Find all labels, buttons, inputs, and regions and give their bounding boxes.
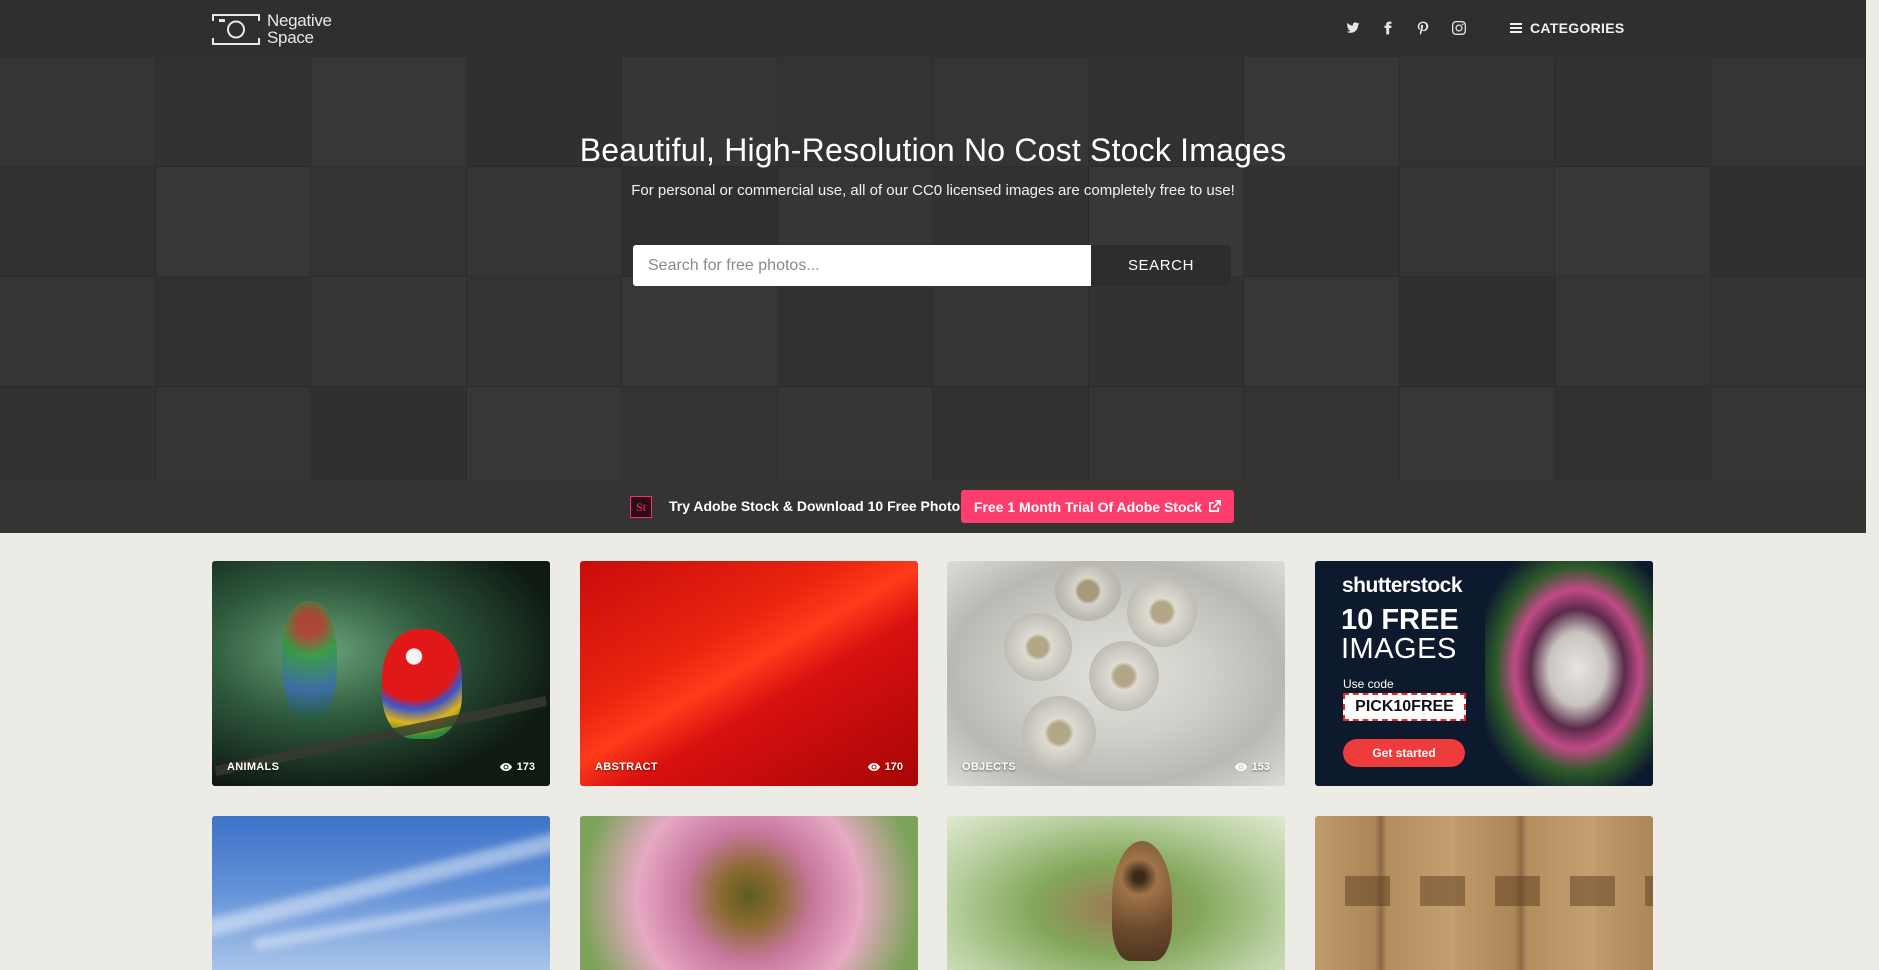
search-form: SEARCH [633,245,1231,286]
logo[interactable]: Negative Space [211,12,332,46]
categories-label: CATEGORIES [1530,20,1625,36]
eye-icon [1234,763,1247,771]
ad-promo-code: PICK10FREE [1343,693,1466,721]
eye-icon [867,763,880,771]
ad-model-image [1485,561,1653,786]
adobe-trial-button[interactable]: Free 1 Month Trial Of Adobe Stock [961,490,1234,523]
hero-subtitle: For personal or commercial use, all of o… [631,182,1235,199]
hamburger-icon [1510,23,1522,33]
chipmunk-image [1112,841,1172,961]
eye-icon [499,763,512,771]
hero-title: Beautiful, High-Resolution No Cost Stock… [579,132,1287,168]
instagram-icon[interactable] [1448,18,1470,38]
shutterstock-logo: shutterstock [1342,574,1463,597]
logo-line-1: Negative [267,11,332,30]
view-count: 173 [499,761,535,773]
promo-text: Try Adobe Stock & Download 10 Free Photo… [669,498,968,514]
ad-headline-2: IMAGES [1341,633,1457,665]
card-label: OBJECTS [962,761,1017,773]
twitter-icon[interactable] [1342,18,1364,38]
view-count: 170 [867,761,903,773]
logo-text: Negative Space [267,12,332,46]
adobe-stock-icon: St [630,496,652,518]
categories-menu[interactable]: CATEGORIES [1510,18,1625,38]
category-card-sky[interactable] [212,816,550,970]
camera-logo-icon [211,13,261,45]
category-card-flower[interactable] [580,816,918,970]
adobe-trial-label: Free 1 Month Trial Of Adobe Stock [973,498,1203,515]
card-label: ANIMALS [227,761,280,773]
parrot-blurred-image [282,601,337,721]
search-button[interactable]: SEARCH [1091,245,1231,286]
battery-image [1004,613,1072,681]
search-input[interactable] [633,245,1091,286]
category-card-squirrel[interactable] [947,816,1285,970]
category-card-wood[interactable] [1315,816,1653,970]
external-link-icon [1209,500,1222,512]
view-count: 153 [1234,761,1270,773]
shutterstock-ad[interactable]: shutterstock 10 FREE IMAGES Use code PIC… [1315,561,1653,786]
adobe-promo-bar: St Try Adobe Stock & Download 10 Free Ph… [0,481,1866,533]
category-card-abstract[interactable]: ABSTRACT 170 [580,561,918,786]
hero-banner: Beautiful, High-Resolution No Cost Stock… [0,57,1866,481]
ad-use-code-label: Use code [1343,677,1394,691]
ad-get-started-button[interactable]: Get started [1343,739,1465,767]
facebook-icon[interactable] [1377,18,1399,38]
logo-line-2: Space [267,28,314,47]
category-card-objects[interactable]: OBJECTS 153 [947,561,1285,786]
category-card-animals[interactable]: ANIMALS 173 [212,561,550,786]
top-nav: Negative Space CATEGORIES [0,0,1866,57]
card-label: ABSTRACT [595,761,658,773]
pinterest-icon[interactable] [1412,18,1434,38]
